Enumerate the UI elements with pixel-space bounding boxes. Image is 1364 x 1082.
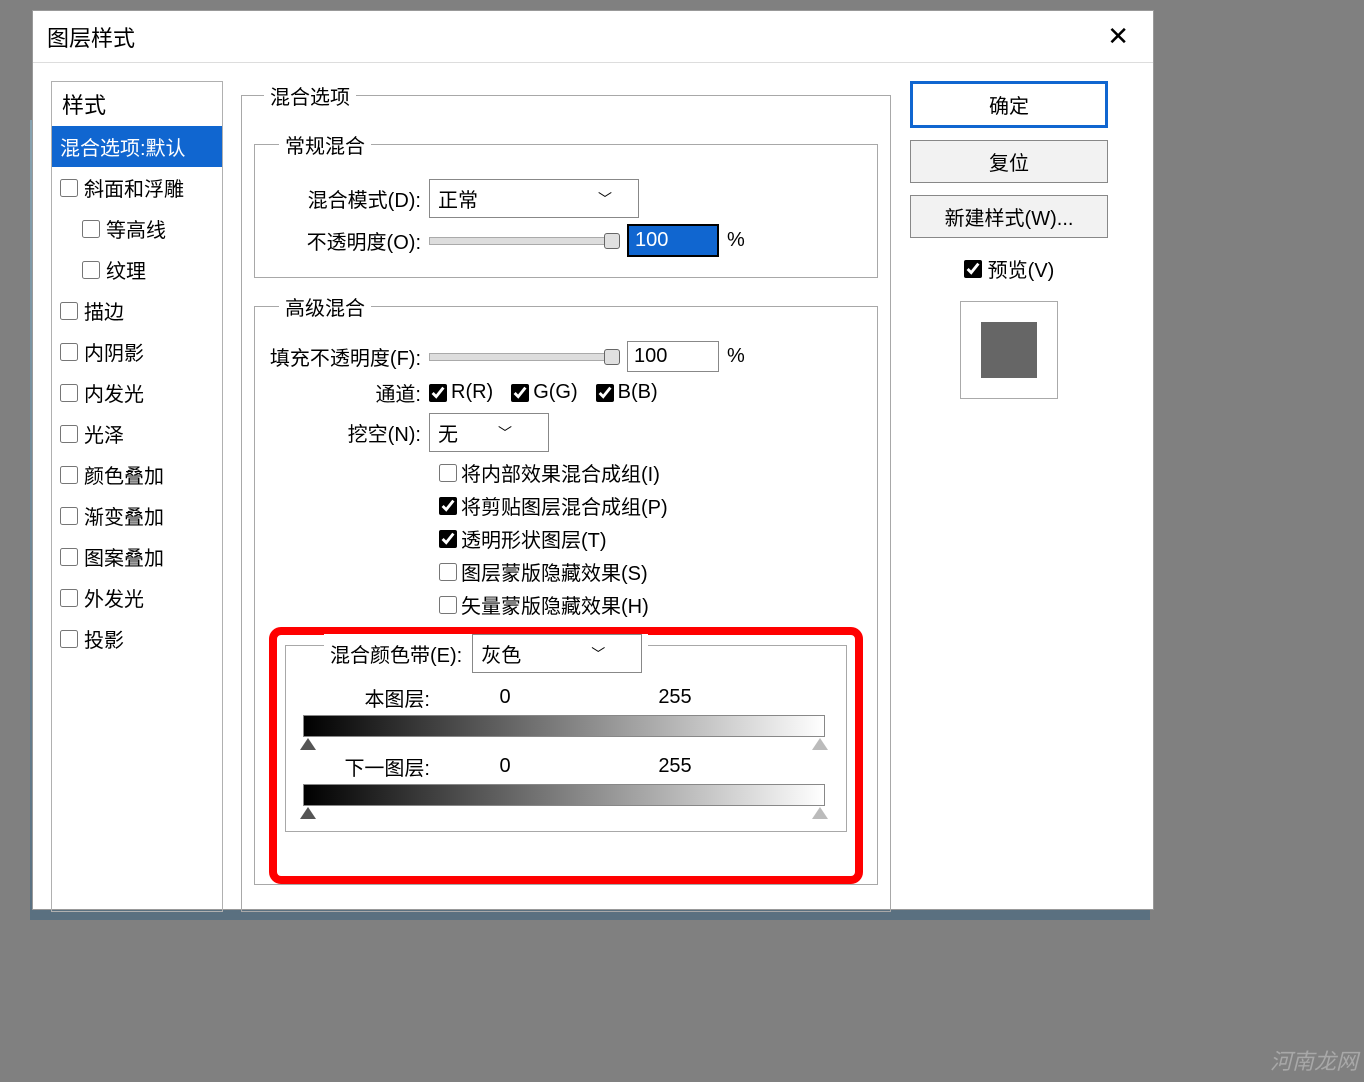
preview-checkbox[interactable]: 预览(V): [964, 254, 1055, 283]
style-checkbox[interactable]: [60, 507, 78, 525]
style-item[interactable]: 渐变叠加: [52, 495, 222, 536]
blend-if-highlighted: 混合颜色带(E): 灰色 ﹀ 本图层: 0 255: [269, 627, 863, 884]
blend-if-select[interactable]: 灰色 ﹀: [472, 634, 642, 673]
advanced-blending-group: 高级混合 填充不透明度(F): 100 % 通道: R(R) G(G) B(B): [254, 292, 878, 885]
layer-style-dialog: 图层样式 ✕ 样式 混合选项:默认斜面和浮雕等高线纹理描边内阴影内发光光泽颜色叠…: [32, 10, 1154, 910]
blending-options-group: 混合选项 常规混合 混合模式(D): 正常 ﹀ 不透明度(O): 100: [241, 81, 891, 912]
preview-swatch: [960, 301, 1058, 399]
this-layer-gradient[interactable]: [304, 716, 824, 736]
this-layer-label: 本图层:: [296, 683, 450, 712]
style-checkbox[interactable]: [82, 261, 100, 279]
style-item-label: 描边: [84, 296, 124, 325]
style-item[interactable]: 等高线: [52, 208, 222, 249]
advanced-blending-legend: 高级混合: [279, 292, 371, 321]
style-item-label: 投影: [84, 624, 124, 653]
style-item-label: 渐变叠加: [84, 501, 164, 530]
chevron-down-icon: ﹀: [498, 423, 512, 443]
style-checkbox[interactable]: [60, 384, 78, 402]
style-checkbox[interactable]: [60, 548, 78, 566]
general-blending-legend: 常规混合: [279, 130, 371, 159]
knockout-label: 挖空(N):: [269, 418, 421, 447]
style-checkbox[interactable]: [60, 466, 78, 484]
slider-handle-icon[interactable]: [300, 807, 316, 819]
channel-b[interactable]: B(B): [596, 381, 658, 404]
general-blending-group: 常规混合 混合模式(D): 正常 ﹀ 不透明度(O): 100 %: [254, 130, 878, 278]
this-layer-high: 255: [620, 686, 730, 709]
blend-mode-select[interactable]: 正常 ﹀: [429, 179, 639, 218]
channel-label: 通道:: [269, 378, 421, 407]
percent-sign: %: [727, 229, 745, 252]
style-item[interactable]: 混合选项:默认: [52, 126, 222, 167]
style-checkbox[interactable]: [60, 179, 78, 197]
style-item[interactable]: 颜色叠加: [52, 454, 222, 495]
style-item-label: 图案叠加: [84, 542, 164, 571]
opacity-input[interactable]: 100: [627, 224, 719, 257]
style-item-label: 纹理: [106, 255, 146, 284]
style-checkbox[interactable]: [60, 630, 78, 648]
style-item-label: 光泽: [84, 419, 124, 448]
channel-r[interactable]: R(R): [429, 381, 493, 404]
right-panel: 确定 复位 新建样式(W)... 预览(V): [909, 81, 1109, 912]
style-checkbox[interactable]: [60, 425, 78, 443]
reset-button[interactable]: 复位: [910, 140, 1108, 183]
slider-handle-icon[interactable]: [300, 738, 316, 750]
style-checkbox[interactable]: [82, 220, 100, 238]
style-item[interactable]: 斜面和浮雕: [52, 167, 222, 208]
chevron-down-icon: ﹀: [598, 189, 612, 209]
style-item[interactable]: 图案叠加: [52, 536, 222, 577]
under-layer-high: 255: [620, 755, 730, 778]
knockout-select[interactable]: 无 ﹀: [429, 413, 549, 452]
style-item[interactable]: 光泽: [52, 413, 222, 454]
opacity-label: 不透明度(O):: [269, 226, 421, 255]
style-item-label: 混合选项:默认: [60, 132, 186, 161]
advanced-option[interactable]: 透明形状图层(T): [439, 524, 863, 553]
style-item-label: 内发光: [84, 378, 144, 407]
fill-opacity-label: 填充不透明度(F):: [269, 342, 421, 371]
style-checkbox[interactable]: [60, 302, 78, 320]
fill-opacity-input[interactable]: 100: [627, 341, 719, 372]
advanced-option[interactable]: 矢量蒙版隐藏效果(H): [439, 590, 863, 619]
style-checkbox[interactable]: [60, 343, 78, 361]
under-layer-low: 0: [450, 755, 560, 778]
center-panel: 混合选项 常规混合 混合模式(D): 正常 ﹀ 不透明度(O): 100: [241, 81, 891, 912]
titlebar: 图层样式 ✕: [33, 11, 1153, 63]
advanced-option[interactable]: 将内部效果混合成组(I): [439, 458, 863, 487]
channel-g[interactable]: G(G): [511, 381, 577, 404]
style-checkbox[interactable]: [60, 589, 78, 607]
style-item[interactable]: 外发光: [52, 577, 222, 618]
this-layer-low: 0: [450, 686, 560, 709]
opacity-slider[interactable]: [429, 237, 619, 245]
watermark: 河南龙网: [1270, 1044, 1358, 1076]
style-item[interactable]: 纹理: [52, 249, 222, 290]
styles-list: 样式 混合选项:默认斜面和浮雕等高线纹理描边内阴影内发光光泽颜色叠加渐变叠加图案…: [51, 81, 223, 912]
style-item-label: 等高线: [106, 214, 166, 243]
dialog-title: 图层样式: [47, 21, 135, 53]
advanced-option[interactable]: 将剪贴图层混合成组(P): [439, 491, 863, 520]
fill-opacity-slider[interactable]: [429, 353, 619, 361]
new-style-button[interactable]: 新建样式(W)...: [910, 195, 1108, 238]
style-item[interactable]: 描边: [52, 290, 222, 331]
percent-sign: %: [727, 345, 745, 368]
style-item-label: 颜色叠加: [84, 460, 164, 489]
ok-button[interactable]: 确定: [910, 81, 1108, 128]
slider-handle-icon[interactable]: [812, 807, 828, 819]
under-layer-gradient[interactable]: [304, 785, 824, 805]
advanced-option[interactable]: 图层蒙版隐藏效果(S): [439, 557, 863, 586]
style-item[interactable]: 投影: [52, 618, 222, 659]
under-layer-label: 下一图层:: [296, 752, 450, 781]
style-item-label: 斜面和浮雕: [84, 173, 184, 202]
close-icon[interactable]: ✕: [1097, 17, 1139, 56]
style-item-label: 内阴影: [84, 337, 144, 366]
style-item[interactable]: 内发光: [52, 372, 222, 413]
chevron-down-icon: ﹀: [591, 644, 605, 664]
blend-if-label: 混合颜色带(E):: [330, 639, 462, 668]
blending-options-legend: 混合选项: [264, 81, 356, 110]
styles-header: 样式: [52, 82, 222, 126]
slider-handle-icon[interactable]: [812, 738, 828, 750]
blend-mode-label: 混合模式(D):: [269, 184, 421, 213]
style-item-label: 外发光: [84, 583, 144, 612]
style-item[interactable]: 内阴影: [52, 331, 222, 372]
